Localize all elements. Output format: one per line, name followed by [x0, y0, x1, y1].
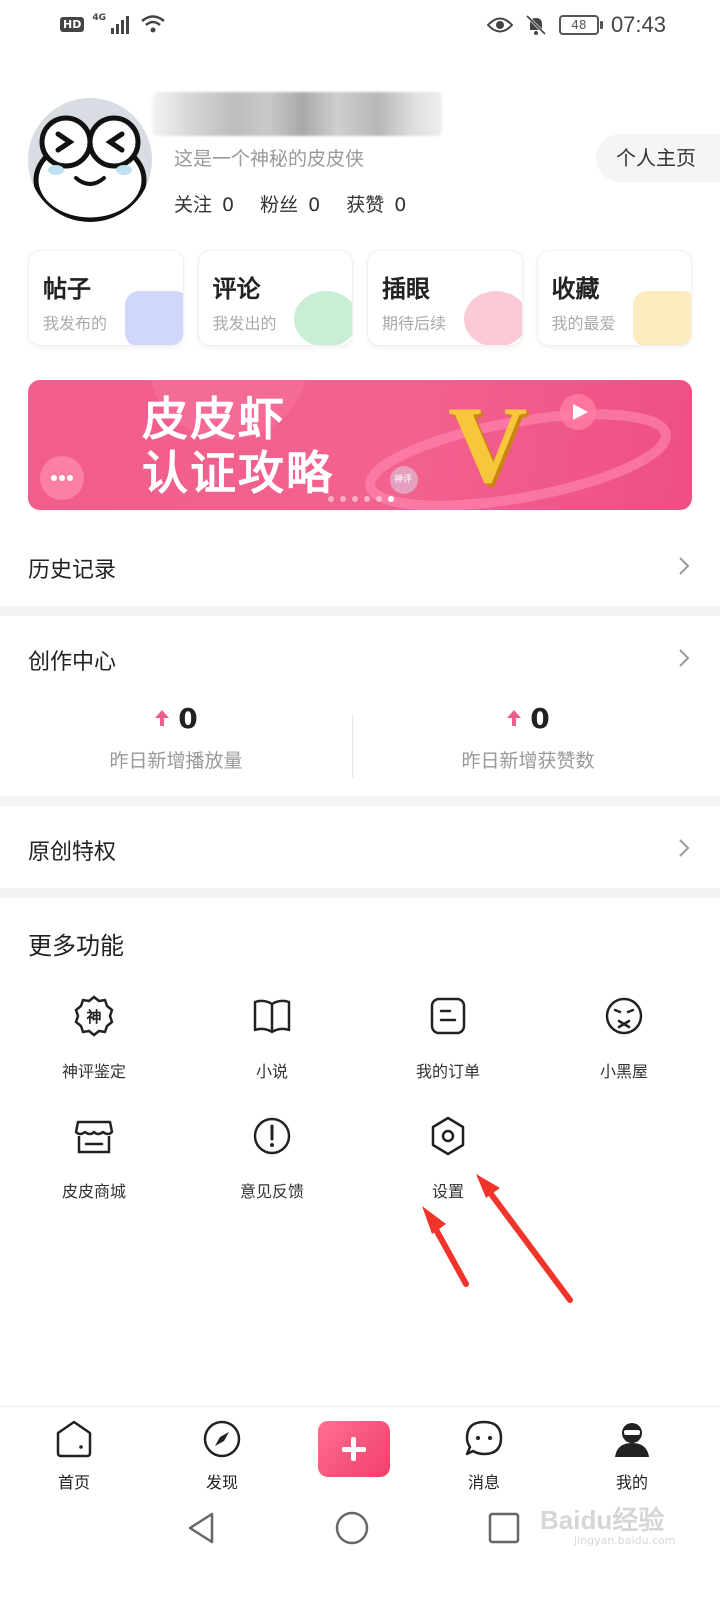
section-divider — [0, 606, 720, 616]
section-divider — [0, 796, 720, 806]
hd-badge: HD — [60, 16, 85, 32]
more-functions-title: 更多功能 — [28, 932, 124, 960]
promo-banner[interactable]: 皮皮虾 认证攻略 神评 V — [28, 380, 692, 510]
original-privilege-row[interactable]: 原创特权 — [0, 820, 720, 880]
card-posts[interactable]: 帖子 我发布的 — [28, 250, 184, 346]
section-divider — [0, 888, 720, 898]
watermark-url: jingyan.baidu.com — [574, 1534, 676, 1547]
book-icon — [253, 999, 291, 1034]
stat-value: 0 — [530, 701, 550, 735]
compass-icon — [203, 1420, 241, 1458]
chevron-right-icon — [679, 557, 690, 575]
arrow-up-icon — [507, 710, 522, 726]
creation-center-label: 创作中心 — [28, 650, 117, 675]
card-favorites[interactable]: 收藏 我的最爱 — [536, 250, 692, 346]
func-label: 我的订单 — [415, 1062, 480, 1081]
nav-label: 发现 — [205, 1473, 238, 1492]
card-title: 帖子 — [43, 275, 91, 303]
creation-stat-likes: 0 昨日新增获赞数 — [352, 700, 704, 773]
card-subtitle: 我的最爱 — [551, 314, 616, 333]
card-title: 收藏 — [551, 275, 600, 303]
status-bar: HD 4G 48 07:43 — [0, 0, 720, 52]
v-logo-icon: V — [448, 384, 528, 506]
bottom-nav: 首页 发现 消息 我的 — [0, 1406, 720, 1496]
history-row[interactable]: 历史记录 — [0, 538, 720, 598]
func-label: 皮皮商城 — [61, 1182, 126, 1201]
profile-icon — [615, 1423, 649, 1457]
recents-icon[interactable] — [486, 1510, 522, 1546]
profile-bio: 这是一个神秘的皮皮侠 — [174, 148, 365, 170]
nav-messages[interactable]: 消息 — [434, 1419, 534, 1493]
signal-icon — [111, 16, 129, 34]
content-cards: 帖子 我发布的 评论 我发出的 插眼 期待后续 收藏 我的最爱 — [28, 250, 692, 346]
func-label: 小说 — [255, 1062, 288, 1081]
stat-value: 0 — [178, 701, 198, 735]
profile-stats: 关注 0 粉丝 0 获赞 0 — [174, 190, 406, 217]
stat-label: 昨日新增获赞数 — [461, 750, 595, 772]
stat-label: 昨日新增播放量 — [109, 750, 243, 772]
add-icon[interactable] — [318, 1421, 390, 1477]
watermark: Baidu经验 — [540, 1505, 665, 1535]
shenping-glyph: 神 — [86, 1008, 101, 1026]
card-comments[interactable]: 评论 我发出的 — [197, 250, 353, 346]
func-shenping[interactable]: 神 神评鉴定 — [4, 994, 184, 1082]
sad-face-icon — [605, 997, 643, 1035]
banner-title: 皮皮虾 认证攻略 — [142, 392, 334, 500]
frog-face-icon — [33, 115, 147, 222]
chevron-right-icon — [679, 649, 690, 667]
nav-mine[interactable]: 我的 — [582, 1419, 682, 1493]
clock: 07:43 — [610, 12, 666, 37]
func-label: 意见反馈 — [239, 1182, 304, 1201]
nav-label: 消息 — [467, 1473, 500, 1492]
settings-icon — [431, 1116, 465, 1156]
nav-home[interactable]: 首页 — [24, 1419, 124, 1493]
personal-homepage-button[interactable]: 个人主页 — [596, 134, 720, 182]
fans-stat[interactable]: 粉丝 0 — [260, 190, 320, 217]
likes-stat[interactable]: 获赞 0 — [346, 190, 406, 217]
creation-stat-plays: 0 昨日新增播放量 — [0, 700, 352, 773]
func-label: 小黑屋 — [599, 1062, 648, 1081]
func-blackroom[interactable]: 小黑屋 — [534, 994, 714, 1082]
func-shop[interactable]: 皮皮商城 — [4, 1114, 184, 1202]
arrow-up-icon — [155, 710, 170, 726]
home-circle-icon[interactable] — [334, 1510, 370, 1546]
card-bookmark-eye[interactable]: 插眼 期待后续 — [367, 250, 523, 346]
creation-center-row[interactable]: 创作中心 — [0, 630, 720, 690]
shop-icon — [74, 1120, 114, 1154]
message-icon — [465, 1420, 503, 1456]
history-label: 历史记录 — [28, 558, 117, 583]
func-label: 神评鉴定 — [61, 1062, 126, 1081]
feedback-icon — [253, 1117, 291, 1155]
nav-label: 我的 — [615, 1473, 648, 1492]
network-label: 4G — [92, 13, 106, 23]
func-novel[interactable]: 小说 — [182, 994, 362, 1082]
card-title: 插眼 — [382, 275, 430, 303]
eye-icon — [486, 17, 513, 33]
original-privilege-label: 原创特权 — [28, 840, 117, 865]
card-subtitle: 我发布的 — [43, 314, 108, 333]
func-orders[interactable]: 我的订单 — [358, 994, 538, 1082]
func-feedback[interactable]: 意见反馈 — [182, 1114, 362, 1202]
annotation-arrows — [422, 1174, 573, 1303]
mute-bell-icon — [525, 14, 546, 36]
card-subtitle: 期待后续 — [382, 314, 447, 333]
banner-pagination — [328, 496, 394, 502]
battery-indicator: 48 — [558, 15, 603, 35]
username-blurred — [152, 92, 442, 136]
card-subtitle: 我发出的 — [212, 314, 277, 333]
avatar[interactable] — [28, 98, 152, 222]
banner-decoration — [40, 380, 671, 510]
card-title: 评论 — [212, 275, 261, 303]
order-icon — [430, 997, 466, 1035]
back-icon[interactable] — [184, 1510, 220, 1546]
shenping-badge-icon: 神 — [74, 995, 114, 1037]
nav-discover[interactable]: 发现 — [172, 1419, 272, 1493]
follow-stat[interactable]: 关注 0 — [174, 190, 234, 217]
banner-badge: 神评 — [394, 475, 413, 485]
home-icon — [56, 1420, 92, 1458]
wifi-icon — [141, 15, 165, 33]
chevron-right-icon — [679, 839, 690, 857]
nav-label: 首页 — [57, 1473, 90, 1492]
